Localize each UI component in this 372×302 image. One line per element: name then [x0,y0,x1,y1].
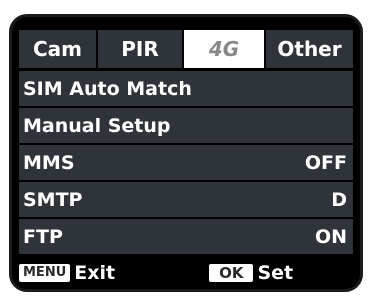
menu-item-manual-setup[interactable]: Manual Setup [19,108,353,143]
tab-label: Cam [32,37,82,61]
menu-item-label: SIM Auto Match [23,77,192,100]
menu-item-value: ON [314,225,347,248]
tab-4g[interactable]: 4G [184,30,266,68]
menu-item-label: Manual Setup [23,114,171,137]
menu-item-sim-auto-match[interactable]: SIM Auto Match [19,71,353,106]
tab-pir[interactable]: PIR [98,30,184,68]
menu-item-value: OFF [304,151,347,174]
exit-hint-label: Exit [74,262,116,284]
set-hint-label: Set [257,262,294,284]
tab-label: PIR [121,37,159,61]
menu-item-mms[interactable]: MMS OFF [19,145,353,180]
lcd-screen: Cam PIR 4G Other SIM Auto Match Manual S… [9,14,363,292]
menu-item-label: SMTP [23,188,83,211]
menu-key-badge: MENU [19,264,71,282]
tab-cam[interactable]: Cam [19,30,98,68]
menu-item-label: FTP [23,225,63,248]
footer-hints: MENU Exit OK Set [19,260,353,286]
tab-label: Other [277,37,342,61]
menu-item-ftp[interactable]: FTP ON [19,219,353,254]
device-bezel: Cam PIR 4G Other SIM Auto Match Manual S… [0,0,372,302]
settings-list: SIM Auto Match Manual Setup MMS OFF SMTP… [19,71,353,256]
tab-label: 4G [208,37,240,61]
menu-item-smtp[interactable]: SMTP D [19,182,353,217]
ok-key-badge: OK [209,264,254,282]
tab-other[interactable]: Other [266,30,353,68]
tab-bar: Cam PIR 4G Other [19,30,353,68]
menu-item-label: MMS [23,151,75,174]
menu-item-value: D [331,188,347,211]
